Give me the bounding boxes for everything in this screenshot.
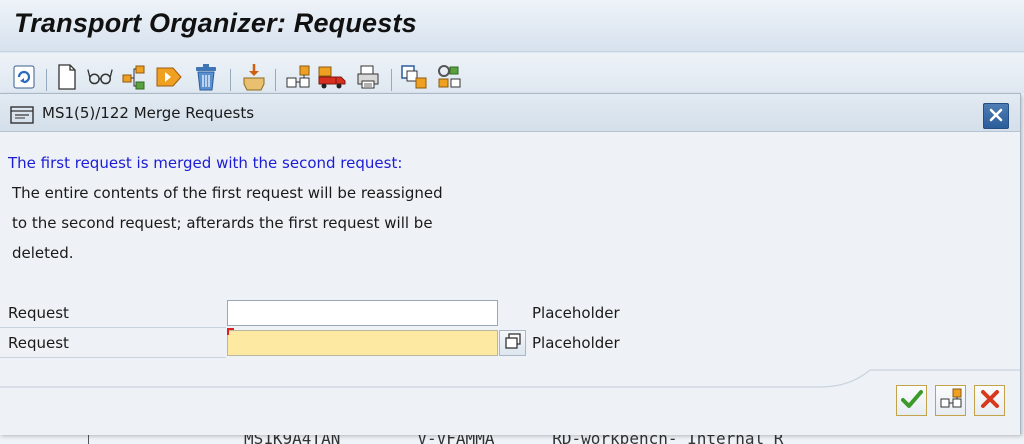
app-title: Transport Organizer: Requests xyxy=(14,8,417,38)
message-heading: The first request is merged with the sec… xyxy=(8,154,403,172)
message-line: The entire contents of the first request… xyxy=(12,184,443,202)
close-icon xyxy=(989,107,1003,126)
cancel-icon xyxy=(980,389,1000,413)
footer-divider xyxy=(0,369,1020,388)
new-document-icon[interactable] xyxy=(53,63,81,91)
required-marker xyxy=(227,328,234,335)
application-toolbar xyxy=(0,53,1024,93)
row-divider xyxy=(0,327,226,328)
configuration-icon[interactable] xyxy=(435,63,463,91)
print-icon[interactable] xyxy=(354,63,382,91)
second-request-input[interactable] xyxy=(227,330,498,356)
title-bar: Transport Organizer: Requests xyxy=(0,0,1024,52)
display-change-icon[interactable] xyxy=(86,63,114,91)
release-icon[interactable] xyxy=(155,63,183,91)
first-request-input[interactable] xyxy=(227,300,498,326)
hierarchy-icon[interactable] xyxy=(120,63,148,91)
dialog-window-icon xyxy=(10,106,34,124)
copy-objects-icon[interactable] xyxy=(400,63,428,91)
value-help-icon xyxy=(504,333,522,353)
message-line: deleted. xyxy=(12,244,74,262)
second-request-description: Placeholder xyxy=(532,334,620,352)
delete-icon[interactable] xyxy=(192,63,220,91)
row-divider xyxy=(0,357,226,358)
value-help-button[interactable] xyxy=(499,330,526,356)
dialog-body: The first request is merged with the sec… xyxy=(0,133,1020,435)
merge-button[interactable] xyxy=(935,385,966,416)
confirm-button[interactable] xyxy=(896,385,927,416)
cancel-button[interactable] xyxy=(974,385,1005,416)
close-button[interactable] xyxy=(983,103,1009,129)
check-icon xyxy=(900,389,923,413)
refresh-icon[interactable] xyxy=(10,63,38,91)
first-request-description: Placeholder xyxy=(532,304,620,322)
merge-icon[interactable] xyxy=(284,63,312,91)
message-line: to the second request; afterards the fir… xyxy=(12,214,433,232)
second-request-label: Request xyxy=(8,334,69,352)
first-request-label: Request xyxy=(8,304,69,322)
import-icon[interactable] xyxy=(240,63,268,91)
merge-requests-dialog: MS1(5)/122 Merge Requests The first requ… xyxy=(0,93,1021,435)
dialog-title: MS1(5)/122 Merge Requests xyxy=(42,104,255,122)
dialog-header: MS1(5)/122 Merge Requests xyxy=(0,94,1020,132)
transport-truck-icon[interactable] xyxy=(318,63,346,91)
merge-icon xyxy=(940,388,962,414)
